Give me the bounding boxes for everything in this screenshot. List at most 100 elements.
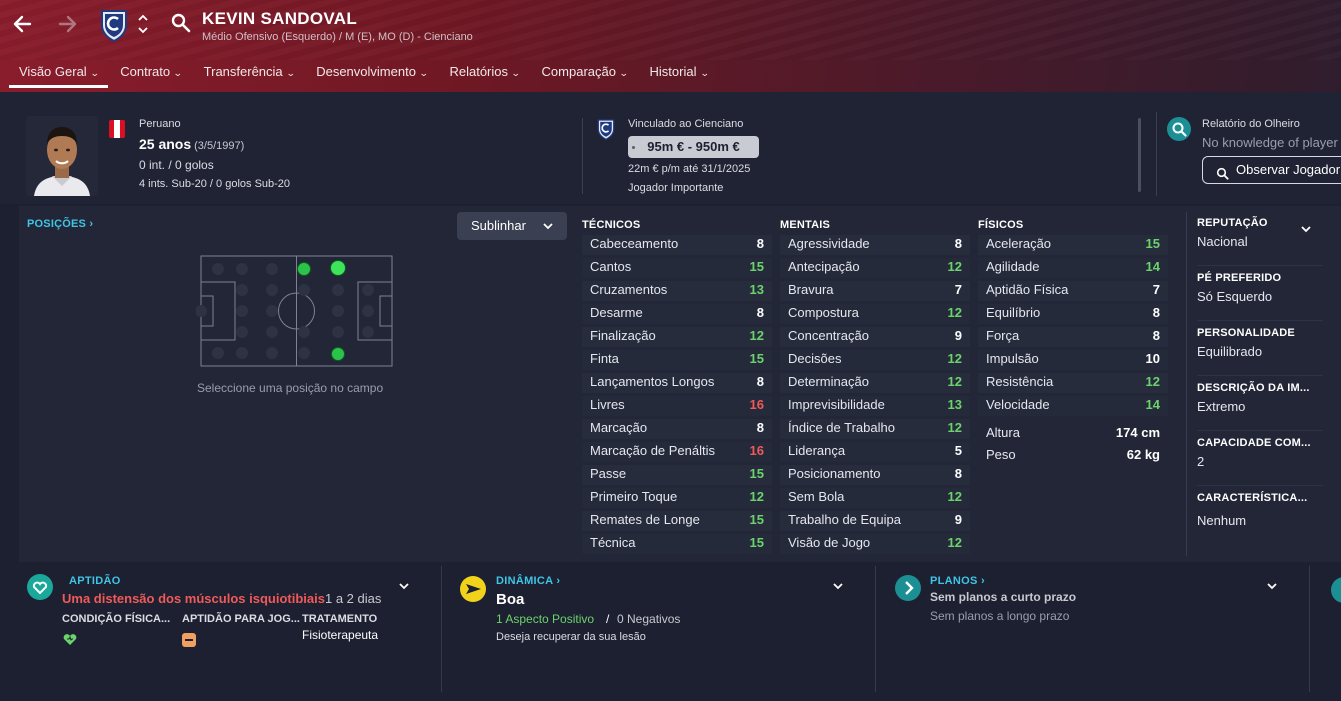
attribute-row[interactable]: Finalização 12 xyxy=(582,326,772,349)
position-pitch[interactable] xyxy=(195,252,396,370)
attribute-row[interactable]: Velocidade 14 xyxy=(978,395,1168,418)
dynamics-positives[interactable]: 1 Aspecto Positivo xyxy=(496,612,594,626)
tab-history[interactable]: Historial ⌄ xyxy=(640,58,719,88)
tab-reports[interactable]: Relatórios ⌄ xyxy=(439,58,529,88)
transfer-value[interactable]: 95m € - 950m € xyxy=(628,136,759,158)
chevron-up-icon[interactable] xyxy=(136,13,150,23)
scrollbar[interactable] xyxy=(1138,118,1141,192)
attribute-row[interactable]: Aceleração 15 xyxy=(978,234,1168,257)
height-row: Altura 174 cm xyxy=(978,425,1168,443)
tab-label: Relatórios xyxy=(449,64,508,79)
attribute-row[interactable]: Índice de Trabalho 12 xyxy=(780,418,970,441)
attribute-value: 15 xyxy=(1145,236,1160,251)
scout-search-icon[interactable] xyxy=(1167,117,1191,141)
divider xyxy=(1197,485,1323,486)
attribute-row[interactable]: Trabalho de Equipa 9 xyxy=(780,510,970,533)
chevron-down-icon[interactable] xyxy=(1300,226,1312,237)
chevron-down-icon[interactable] xyxy=(1266,583,1278,594)
attribute-value: 14 xyxy=(1145,397,1160,412)
highlight-label: Sublinhar xyxy=(471,218,526,233)
chevron-down-icon: ⌄ xyxy=(618,68,629,78)
attribute-row[interactable]: Marcação 8 xyxy=(582,418,772,441)
attribute-row[interactable]: Cantos 15 xyxy=(582,257,772,280)
dynamics-link[interactable]: DINÂMICA › xyxy=(496,575,560,587)
attribute-value: 15 xyxy=(749,259,764,274)
squad-status: Jogador Importante xyxy=(628,182,724,194)
reputation-value: Nacional xyxy=(1197,234,1248,249)
condition-heart-icon xyxy=(62,631,78,650)
attribute-row[interactable]: Imprevisibilidade 13 xyxy=(780,395,970,418)
dynamics-negatives[interactable]: 0 Negativos xyxy=(617,612,680,626)
chevron-down-icon[interactable] xyxy=(832,583,844,594)
attribute-row[interactable]: Bravura 7 xyxy=(780,280,970,303)
scout-player-button[interactable]: Observar Jogador xyxy=(1202,156,1341,184)
search-icon xyxy=(1216,163,1229,180)
attribute-row[interactable]: Antecipação 12 xyxy=(780,257,970,280)
attribute-row[interactable]: Desarme 8 xyxy=(582,303,772,326)
attribute-row[interactable]: Determinação 12 xyxy=(780,372,970,395)
divider xyxy=(441,566,442,692)
club-badge-icon[interactable] xyxy=(100,8,128,43)
short-term-plans: Sem planos a curto prazo xyxy=(930,590,1077,604)
attribute-row[interactable]: Lançamentos Longos 8 xyxy=(582,372,772,395)
attribute-row[interactable]: Visão de Jogo 12 xyxy=(780,533,970,556)
attribute-value: 13 xyxy=(749,282,764,297)
weight-row: Peso 62 kg xyxy=(978,447,1168,465)
attribute-row[interactable]: Sem Bola 12 xyxy=(780,487,970,510)
attribute-row[interactable]: Passe 15 xyxy=(582,464,772,487)
attribute-row[interactable]: Técnica 15 xyxy=(582,533,772,556)
chevron-down-icon[interactable] xyxy=(398,583,410,594)
attribute-name: Antecipação xyxy=(788,259,860,274)
highlight-dropdown[interactable]: Sublinhar xyxy=(457,212,567,240)
attribute-value: 8 xyxy=(756,374,764,389)
chevron-down-icon[interactable] xyxy=(136,27,150,37)
attribute-row[interactable]: Cruzamentos 13 xyxy=(582,280,772,303)
attribute-row[interactable]: Posicionamento 8 xyxy=(780,464,970,487)
attribute-row[interactable]: Impulsão 10 xyxy=(978,349,1168,372)
attribute-name: Impulsão xyxy=(986,351,1039,366)
personality-value: Equilibrado xyxy=(1197,344,1263,359)
tab-transfer[interactable]: Transferência ⌄ xyxy=(194,58,305,88)
attribute-value: 8 xyxy=(954,466,962,481)
tab-development[interactable]: Desenvolvimento ⌄ xyxy=(306,58,437,88)
attribute-row[interactable]: Agressividade 8 xyxy=(780,234,970,257)
attribute-row[interactable]: Concentração 9 xyxy=(780,326,970,349)
attribute-row[interactable]: Remates de Longe 15 xyxy=(582,510,772,533)
positions-link[interactable]: POSIÇÕES › xyxy=(27,218,93,230)
divider xyxy=(582,118,583,194)
height-label: Altura xyxy=(986,425,1020,440)
attribute-row[interactable]: Força 8 xyxy=(978,326,1168,349)
attribute-row[interactable]: Compostura 12 xyxy=(780,303,970,326)
positions-label: POSIÇÕES xyxy=(27,218,87,230)
tab-contract[interactable]: Contrato ⌄ xyxy=(110,58,191,88)
attribute-value: 10 xyxy=(1145,351,1160,366)
weight-label: Peso xyxy=(986,447,1016,462)
attribute-row[interactable]: Agilidade 14 xyxy=(978,257,1168,280)
tab-overview[interactable]: Visão Geral ⌄ xyxy=(9,58,109,88)
chevron-down-icon: ⌄ xyxy=(510,68,521,78)
attribute-row[interactable]: Resistência 12 xyxy=(978,372,1168,395)
tab-label: Historial xyxy=(649,64,697,79)
attribute-row[interactable]: Finta 15 xyxy=(582,349,772,372)
tab-comparison[interactable]: Comparação ⌄ xyxy=(532,58,638,88)
attribute-row[interactable]: Primeiro Toque 12 xyxy=(582,487,772,510)
condition-label: CONDIÇÃO FÍSICA... xyxy=(62,613,171,625)
tab-label: Comparação xyxy=(541,64,616,79)
back-arrow-icon[interactable] xyxy=(10,10,36,38)
attribute-row[interactable]: Livres 16 xyxy=(582,395,772,418)
injury-duration: 1 a 2 dias xyxy=(325,591,382,606)
plans-link[interactable]: PLANOS › xyxy=(930,575,985,587)
attribute-row[interactable]: Equilíbrio 8 xyxy=(978,303,1168,326)
search-icon[interactable] xyxy=(170,12,192,34)
injury-description[interactable]: Uma distensão dos músculos isquiotibiais xyxy=(62,591,325,606)
match-fitness-minus-icon xyxy=(182,633,196,650)
player-name: KEVIN SANDOVAL xyxy=(202,9,358,28)
attribute-value: 13 xyxy=(947,397,962,412)
attribute-row[interactable]: Decisões 12 xyxy=(780,349,970,372)
attribute-row[interactable]: Cabeceamento 8 xyxy=(582,234,772,257)
attribute-row[interactable]: Liderança 5 xyxy=(780,441,970,464)
forward-arrow-icon[interactable] xyxy=(54,10,80,38)
divider xyxy=(1197,265,1323,266)
attribute-row[interactable]: Marcação de Penáltis 16 xyxy=(582,441,772,464)
attribute-row[interactable]: Aptidão Física 7 xyxy=(978,280,1168,303)
